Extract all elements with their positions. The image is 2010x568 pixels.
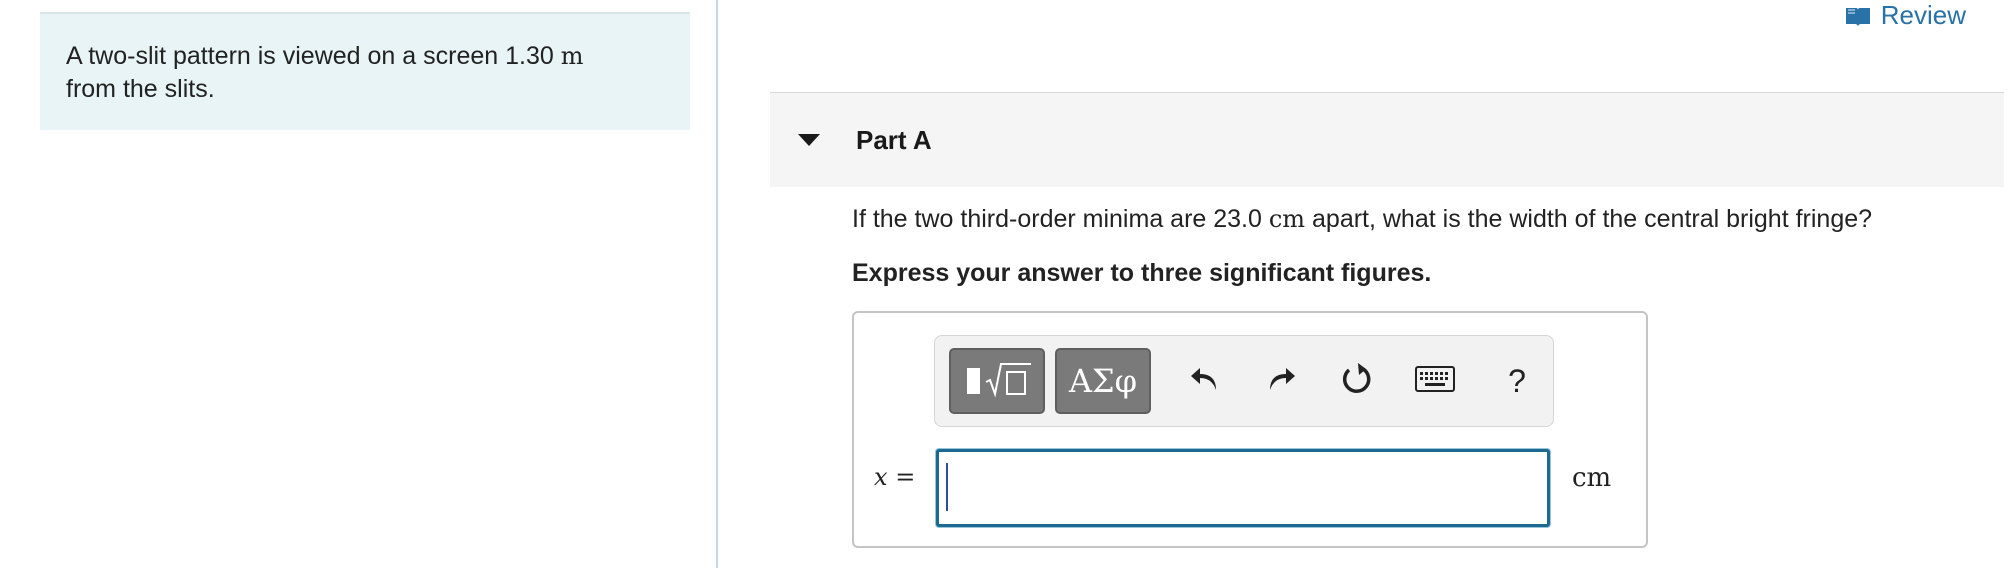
- variable-label: x =: [874, 463, 915, 491]
- undo-button[interactable]: [1175, 348, 1235, 414]
- question-text-after: apart, what is the width of the central …: [1305, 205, 1873, 233]
- math-toolbar: ΑΣφ ?: [934, 335, 1554, 427]
- caret-down-icon[interactable]: [798, 134, 820, 146]
- answer-input[interactable]: [936, 449, 1550, 527]
- redo-button[interactable]: [1251, 348, 1311, 414]
- templates-icon: [959, 356, 1035, 407]
- undo-icon: [1188, 362, 1222, 401]
- question-text-before: If the two third-order minima are 23.0: [852, 205, 1269, 233]
- help-button[interactable]: ?: [1487, 348, 1547, 414]
- intro-text-before: A two-slit pattern is viewed on a screen…: [66, 42, 561, 70]
- text-cursor: [946, 463, 948, 511]
- intro-distance-unit: m: [560, 42, 584, 70]
- part-title: Part A: [856, 124, 932, 155]
- greek-symbols-button[interactable]: ΑΣφ: [1055, 348, 1151, 414]
- question-unit: cm: [1268, 205, 1306, 233]
- part-a-header[interactable]: Part A: [770, 92, 2004, 187]
- answer-box: ΑΣφ ? x = cm: [852, 311, 1648, 548]
- answer-unit-label: cm: [1572, 463, 1612, 493]
- reset-icon: [1339, 361, 1375, 402]
- review-link[interactable]: Review: [1845, 0, 1966, 31]
- page: A two-slit pattern is viewed on a screen…: [0, 0, 2010, 568]
- templates-button[interactable]: [949, 348, 1045, 414]
- reset-button[interactable]: [1327, 348, 1387, 414]
- equals-sign: =: [895, 463, 916, 491]
- book-icon: [1845, 5, 1871, 27]
- answer-instruction: Express your answer to three significant…: [852, 259, 1432, 287]
- redo-icon: [1264, 362, 1298, 401]
- review-label: Review: [1880, 0, 1966, 30]
- intro-text-after: from the slits.: [66, 75, 215, 103]
- keyboard-button[interactable]: [1405, 348, 1465, 414]
- question-text: If the two third-order minima are 23.0 c…: [852, 205, 1872, 234]
- variable-symbol: x: [874, 463, 888, 491]
- vertical-divider: [716, 0, 718, 568]
- keyboard-icon: [1415, 365, 1455, 397]
- intro-panel: A two-slit pattern is viewed on a screen…: [40, 12, 690, 130]
